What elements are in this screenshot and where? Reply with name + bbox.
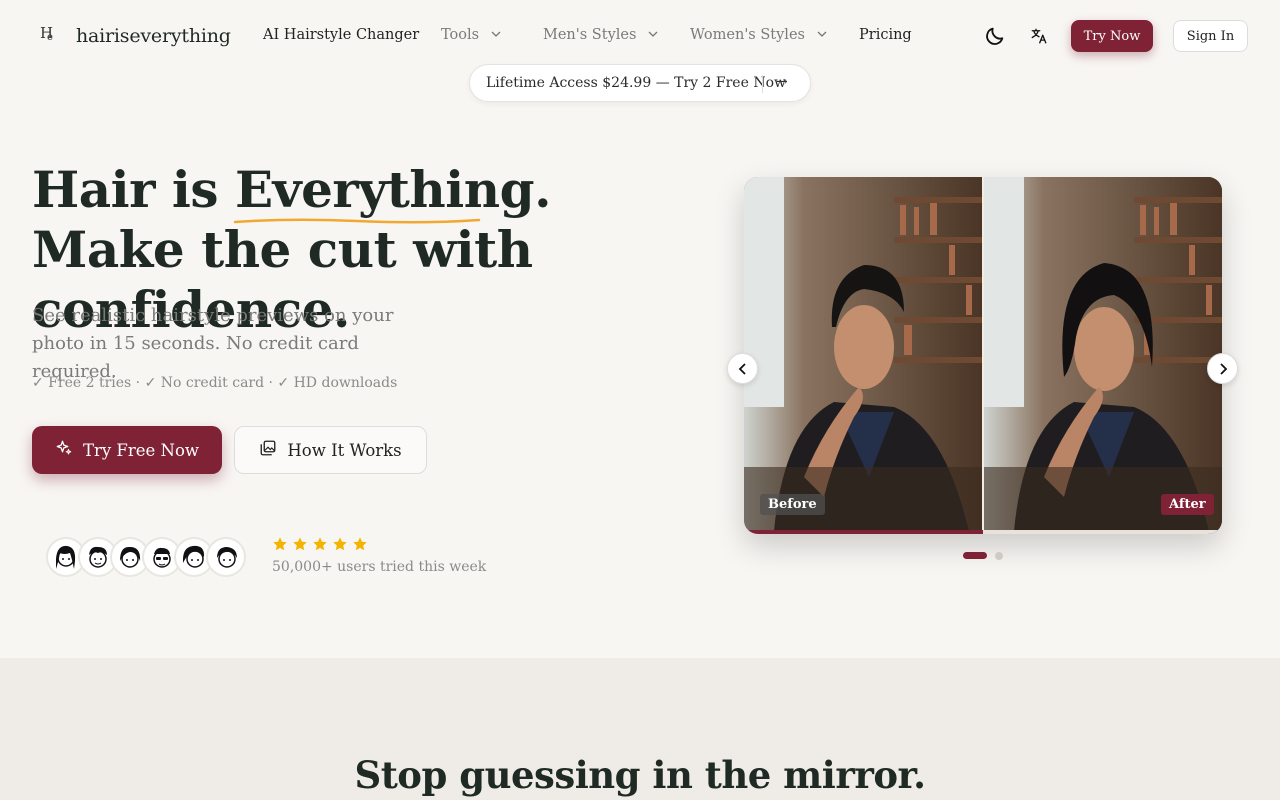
top-navigation: H e hairiseverything AI Hairstyle Change…	[0, 0, 1280, 72]
carousel-next-button[interactable]	[1207, 353, 1238, 384]
rating-stars	[272, 536, 368, 552]
users-count-text: 50,000+ users tried this week	[272, 559, 487, 575]
arrow-right-icon: →	[776, 74, 788, 90]
star-icon	[333, 537, 347, 551]
section-title: Stop guessing in the mirror.	[354, 753, 926, 797]
promo-banner[interactable]: Lifetime Access $24.99 — Try 2 Free Now …	[469, 64, 811, 102]
nav-item-mens-styles[interactable]: Men's Styles	[543, 27, 658, 43]
hero-title-highlight: Everything	[233, 160, 535, 224]
slide-progress-track	[744, 530, 1222, 534]
carousel-dot[interactable]	[995, 552, 1003, 560]
brand-logo[interactable]: H e hairiseverything	[38, 24, 231, 48]
after-photo	[984, 177, 1222, 531]
slide-progress-fill	[744, 530, 983, 534]
chevron-right-icon	[1219, 362, 1227, 375]
chevron-left-icon	[738, 362, 746, 375]
after-label: After	[1161, 494, 1214, 515]
nav-item-womens-styles[interactable]: Women's Styles	[690, 27, 827, 43]
nav-item-pricing[interactable]: Pricing	[859, 27, 912, 43]
comparison-divider[interactable]	[982, 177, 984, 534]
chevron-down-icon	[817, 29, 827, 40]
chevron-down-icon	[648, 29, 658, 40]
hero-feature-checks: ✓ Free 2 tries · ✓ No credit card · ✓ HD…	[32, 375, 398, 391]
try-free-now-button[interactable]: Try Free Now	[32, 426, 222, 474]
hero-subtitle: See realistic hairstyle previews on your…	[32, 305, 394, 382]
chevron-down-icon	[491, 29, 501, 40]
star-icon	[273, 537, 287, 551]
underline-squiggle-icon	[233, 218, 481, 224]
images-icon	[259, 439, 277, 461]
moon-icon[interactable]	[983, 24, 1007, 48]
star-icon	[293, 537, 307, 551]
translate-icon[interactable]	[1027, 24, 1051, 48]
sparkles-icon	[55, 439, 73, 461]
promo-separator	[762, 75, 763, 93]
how-it-works-button[interactable]: How It Works	[234, 426, 427, 474]
promo-text: Lifetime Access $24.99 — Try 2 Free Now	[486, 75, 786, 91]
carousel-prev-button[interactable]	[727, 353, 758, 384]
star-icon	[353, 537, 367, 551]
before-after-carousel[interactable]: Before After	[744, 177, 1222, 534]
logo-mark-icon: H e	[40, 24, 54, 43]
star-icon	[313, 537, 327, 551]
carousel-dot-active[interactable]	[963, 552, 987, 559]
try-now-button[interactable]: Try Now	[1071, 20, 1153, 52]
nav-item-ai-hairstyle-changer[interactable]: AI Hairstyle Changer	[263, 27, 419, 43]
before-photo	[744, 177, 982, 531]
problem-section: Stop guessing in the mirror.	[0, 658, 1280, 800]
brand-name: hairiseverything	[76, 25, 231, 47]
before-label: Before	[760, 494, 825, 515]
sign-in-button[interactable]: Sign In	[1173, 20, 1248, 52]
nav-item-tools[interactable]: Tools	[441, 27, 501, 43]
avatar	[206, 537, 246, 577]
